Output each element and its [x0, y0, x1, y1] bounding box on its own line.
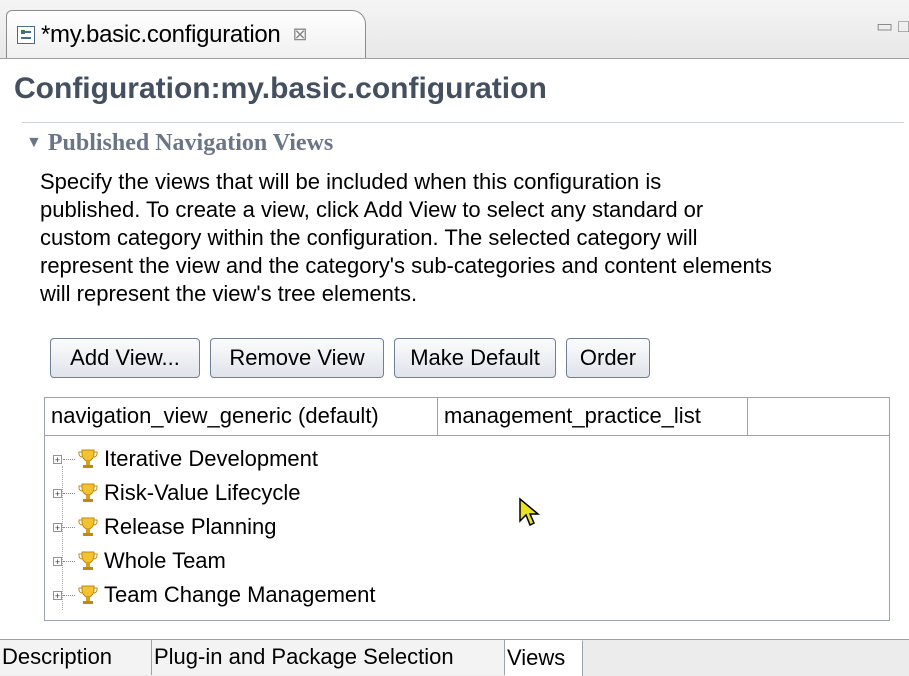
close-icon[interactable]: ⊠ — [292, 24, 307, 45]
view-tab-bar: navigation_view_generic (default) manage… — [44, 397, 890, 435]
configuration-file-icon — [17, 25, 35, 44]
maximize-icon[interactable]: □ — [898, 16, 909, 36]
tree-item[interactable]: + Release Planning — [53, 510, 276, 544]
trophy-icon — [78, 551, 98, 570]
tree-item-label: Release Planning — [104, 514, 277, 539]
tab-navigation-view-generic[interactable]: navigation_view_generic (default) — [45, 398, 438, 435]
section-description: Specify the views that will be included … — [40, 168, 900, 308]
description-line: published. To create a view, click Add V… — [40, 197, 704, 222]
tree-item-label: Team Change Management — [104, 582, 376, 607]
tab-management-practice-list[interactable]: management_practice_list — [438, 398, 748, 435]
window-controls: ▭ □ — [876, 16, 909, 37]
editor-tab-title: *my.basic.configuration — [41, 20, 281, 48]
tree-item[interactable]: + Iterative Development — [53, 442, 318, 476]
tab-description[interactable]: Description — [0, 640, 152, 675]
expand-icon[interactable]: + — [53, 522, 62, 532]
tab-views[interactable]: Views — [505, 640, 583, 676]
tree-item-label: Risk-Value Lifecycle — [104, 480, 301, 505]
tree-item-label: Whole Team — [104, 548, 226, 573]
mouse-pointer-icon — [519, 497, 541, 527]
order-button[interactable]: Order — [566, 338, 650, 378]
tree-item[interactable]: + Risk-Value Lifecycle — [53, 476, 300, 510]
tree-connector — [63, 594, 75, 596]
tree-connector — [63, 458, 75, 460]
tab-plug-in-and-package-selection[interactable]: Plug-in and Package Selection — [152, 640, 505, 675]
editor-tab-strip: *my.basic.configuration ⊠ ▭ □ — [0, 0, 909, 59]
expand-icon[interactable]: + — [53, 488, 62, 498]
section-divider — [22, 122, 904, 123]
description-line: represent the view and the category's su… — [40, 253, 772, 278]
description-line: custom category within the configuration… — [40, 225, 698, 250]
page-title: Configuration:my.basic.configuration — [14, 72, 547, 105]
tree-item[interactable]: + Team Change Management — [53, 578, 376, 612]
description-line: Specify the views that will be included … — [40, 169, 662, 194]
tree-connector — [63, 560, 75, 562]
tree-item[interactable]: + Whole Team — [53, 544, 226, 578]
section-title: Published Navigation Views — [47, 130, 334, 156]
minimize-icon[interactable]: ▭ — [876, 16, 893, 36]
trophy-icon — [78, 585, 98, 604]
make-default-button[interactable]: Make Default — [394, 338, 556, 378]
description-line: will represent the view's tree elements. — [40, 281, 418, 306]
trophy-icon — [78, 483, 98, 502]
tree-item-label: Iterative Development — [104, 446, 318, 471]
tree-connector — [63, 492, 75, 494]
trophy-icon — [78, 517, 98, 536]
editor-page-tabs: Description Plug-in and Package Selectio… — [0, 639, 909, 676]
view-tree: + Iterative Development + Risk-Value Lif… — [44, 435, 890, 621]
expand-icon[interactable]: + — [53, 590, 62, 600]
expand-icon[interactable]: + — [53, 556, 62, 566]
editor-tab[interactable]: *my.basic.configuration ⊠ — [6, 10, 366, 58]
remove-view-button[interactable]: Remove View — [210, 338, 384, 378]
trophy-icon — [78, 449, 98, 468]
add-view-button[interactable]: Add View... — [50, 338, 200, 378]
collapse-twisty-icon[interactable]: ▼ — [26, 134, 42, 151]
section-header[interactable]: ▼ Published Navigation Views — [26, 130, 333, 157]
tree-connector — [63, 526, 75, 528]
expand-icon[interactable]: + — [53, 454, 62, 464]
